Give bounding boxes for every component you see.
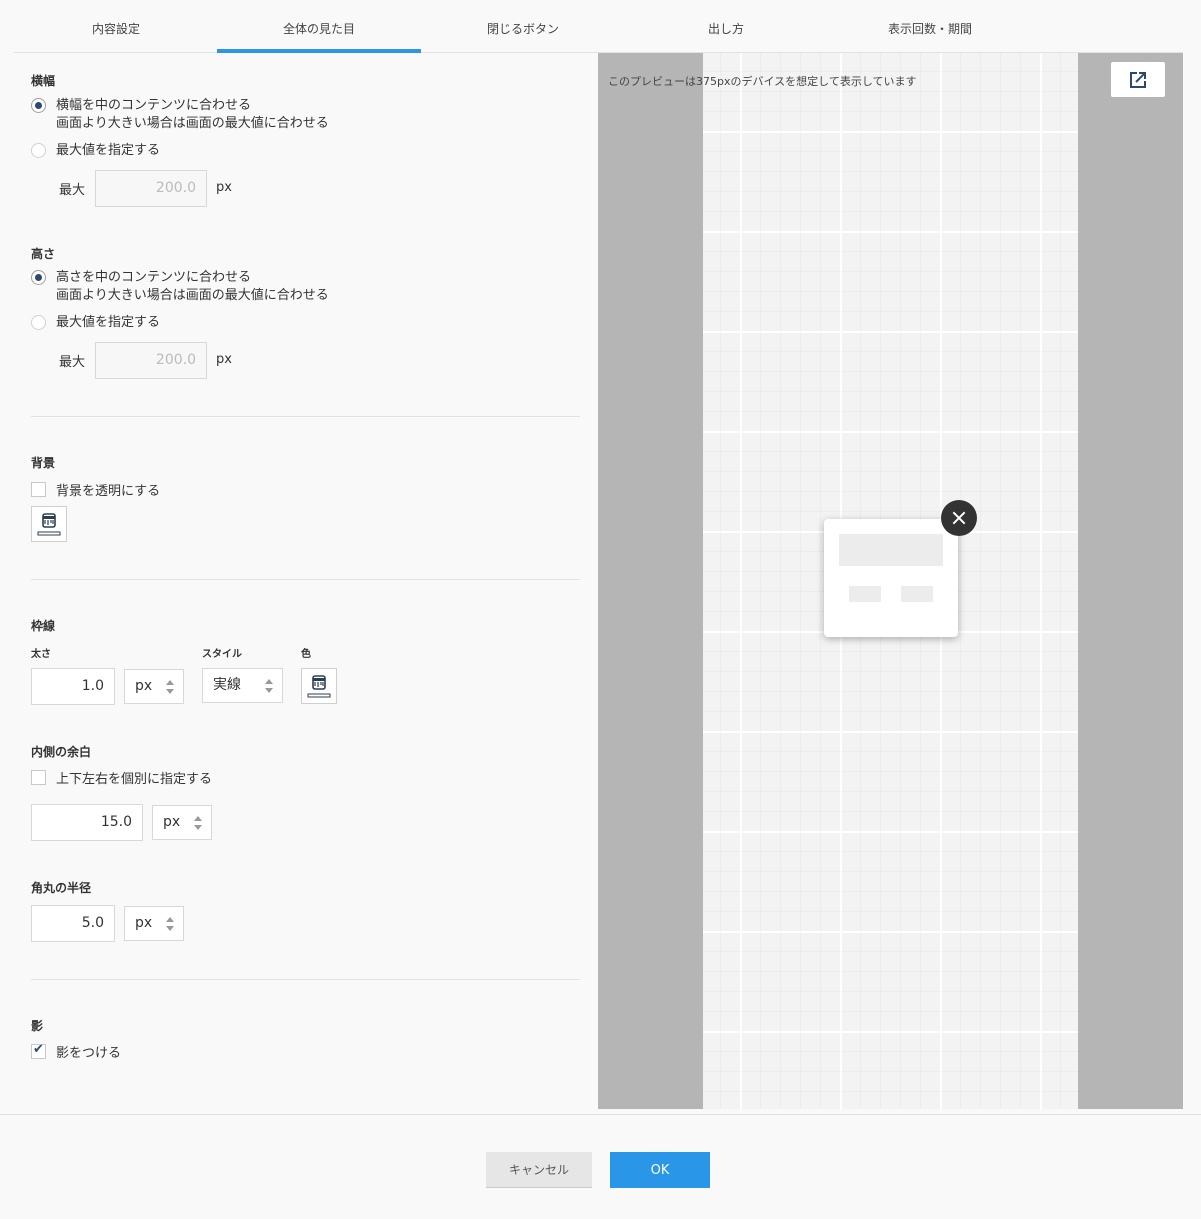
border-style-label: スタイル [202, 649, 242, 660]
background-transparent-checkbox[interactable] [31, 482, 46, 497]
popup-close-icon[interactable] [941, 500, 977, 536]
background-transparent-option[interactable]: 背景を透明にする [31, 480, 160, 499]
border-thickness-label: 太さ [31, 649, 51, 660]
height-max-radio[interactable] [31, 315, 46, 330]
height-section-title: 高さ [31, 247, 56, 261]
open-preview-external-button[interactable] [1111, 62, 1165, 97]
height-fit-label: 高さを中のコンテンツに合わせる [56, 270, 252, 285]
shadow-section-title: 影 [31, 1019, 44, 1033]
paint-bucket-icon [37, 513, 61, 536]
select-arrows-icon [194, 816, 202, 830]
border-color-label: 色 [301, 649, 311, 660]
tab-bar: 内容設定 全体の見た目 閉じるボタン 出し方 表示回数・期間 [14, 0, 1183, 53]
external-link-icon [1130, 72, 1146, 88]
height-fit-sublabel: 画面より大きい場合は画面の最大値に合わせる [56, 288, 329, 303]
preview-area: このプレビューは375pxのデバイスを想定して表示しています [598, 53, 1183, 1109]
divider [31, 979, 580, 980]
border-thickness-unit-select[interactable]: px [124, 669, 184, 704]
select-arrows-icon [166, 680, 174, 694]
divider [31, 579, 580, 580]
width-fit-radio[interactable] [31, 98, 46, 113]
width-section-title: 横幅 [31, 74, 56, 88]
border-style-value: 実線 [213, 677, 241, 693]
padding-individual-label: 上下左右を個別に指定する [56, 772, 213, 787]
height-max-option[interactable]: 最大値を指定する [31, 314, 160, 332]
width-max-radio[interactable] [31, 143, 46, 158]
popup-placeholder-button [849, 586, 881, 602]
select-arrows-icon [265, 679, 273, 693]
popup-preview [824, 519, 958, 637]
popup-placeholder-title [839, 534, 943, 566]
width-max-input[interactable]: 200.0 [95, 170, 207, 207]
tab-content-settings[interactable]: 内容設定 [14, 0, 218, 53]
padding-section-title: 内側の余白 [31, 745, 92, 759]
border-color-picker-button[interactable] [301, 668, 337, 704]
footer: キャンセル OK [0, 1114, 1201, 1219]
tab-close-button[interactable]: 閉じるボタン [421, 0, 625, 53]
width-fit-label: 横幅を中のコンテンツに合わせる [56, 98, 252, 113]
radius-section-title: 角丸の半径 [31, 881, 92, 895]
width-max-option[interactable]: 最大値を指定する [31, 142, 160, 160]
ok-button[interactable]: OK [610, 1152, 710, 1188]
height-max-unit: px [216, 352, 232, 367]
preview-note: このプレビューは375pxのデバイスを想定して表示しています [608, 75, 917, 88]
height-max-field-label: 最大 [59, 355, 86, 370]
height-fit-radio[interactable] [31, 270, 46, 285]
select-arrows-icon [166, 917, 174, 931]
tab-display-count-period[interactable]: 表示回数・期間 [828, 0, 1032, 53]
width-max-label: 最大値を指定する [56, 143, 161, 158]
cancel-button[interactable]: キャンセル [486, 1152, 592, 1188]
radius-unit-select[interactable]: px [124, 906, 184, 941]
padding-individual-checkbox[interactable] [31, 770, 46, 785]
shadow-option[interactable]: 影をつける [31, 1042, 121, 1061]
width-max-unit: px [216, 180, 232, 195]
padding-unit-value: px [163, 814, 181, 830]
padding-individual-option[interactable]: 上下左右を個別に指定する [31, 768, 212, 787]
background-color-picker-button[interactable] [31, 506, 67, 542]
tab-overall-appearance[interactable]: 全体の見た目 [217, 0, 421, 53]
popup-placeholder-button [901, 586, 933, 602]
radius-unit-value: px [135, 915, 153, 931]
border-section-title: 枠線 [31, 619, 56, 633]
height-fit-option[interactable]: 高さを中のコンテンツに合わせる 画面より大きい場合は画面の最大値に合わせる [31, 269, 329, 305]
divider [31, 416, 580, 417]
border-thickness-unit-value: px [135, 678, 153, 694]
border-thickness-input[interactable]: 1.0 [31, 668, 115, 705]
width-fit-option[interactable]: 横幅を中のコンテンツに合わせる 画面より大きい場合は画面の最大値に合わせる [31, 97, 329, 133]
height-max-input[interactable]: 200.0 [95, 342, 207, 379]
shadow-label: 影をつける [56, 1046, 122, 1061]
settings-panel: 横幅 横幅を中のコンテンツに合わせる 画面より大きい場合は画面の最大値に合わせる… [0, 54, 598, 1110]
radius-input[interactable]: 5.0 [31, 905, 115, 942]
border-style-select[interactable]: 実線 [202, 668, 283, 703]
paint-bucket-icon [307, 675, 331, 698]
padding-unit-select[interactable]: px [152, 805, 212, 840]
width-max-field-label: 最大 [59, 183, 86, 198]
background-transparent-label: 背景を透明にする [56, 484, 161, 499]
height-max-label: 最大値を指定する [56, 315, 161, 330]
shadow-checkbox[interactable] [31, 1042, 46, 1059]
padding-input[interactable]: 15.0 [31, 804, 143, 841]
tab-display-method[interactable]: 出し方 [624, 0, 828, 53]
background-section-title: 背景 [31, 456, 56, 470]
width-fit-sublabel: 画面より大きい場合は画面の最大値に合わせる [56, 116, 329, 131]
